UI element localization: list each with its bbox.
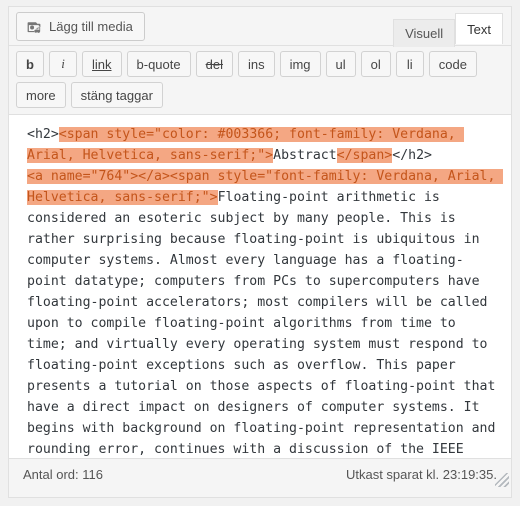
text-editor-area[interactable]: <h2><span style="color: #003366; font-fa… — [9, 115, 511, 459]
quicktag-button-ins[interactable]: ins — [237, 51, 275, 77]
quicktags-toolbar: b i link b-quote del ins img ul ol li code more stä… — [9, 45, 511, 115]
resize-handle-icon[interactable] — [495, 473, 509, 487]
tab-text[interactable]: Text — [455, 13, 503, 44]
quicktags-row-2: more stäng taggar — [16, 82, 511, 108]
quicktag-button-stäng-taggar[interactable]: stäng taggar — [70, 82, 163, 108]
editor-top-bar: Lägg till media Visuell Text — [9, 7, 511, 47]
quicktag-button-more[interactable]: more — [16, 82, 66, 108]
quicktag-button-b-quote[interactable]: b-quote — [126, 51, 191, 77]
quicktag-button-del[interactable]: del — [195, 51, 233, 77]
quicktag-button-i[interactable]: i — [49, 51, 77, 77]
draft-saved-status: Utkast sparat kl. 23:19:35. — [345, 466, 497, 482]
quicktag-button-img[interactable]: img — [279, 51, 321, 77]
add-media-icon — [26, 19, 42, 35]
quicktags-row-1: b i link b-quote del ins img ul ol li code — [16, 51, 511, 77]
editor-text-4: </h2> — [392, 148, 432, 163]
quicktag-button-ul[interactable]: ul — [325, 51, 356, 77]
tab-visual[interactable]: Visuell — [393, 19, 456, 47]
highlighted-tag-3: </span> — [336, 148, 393, 163]
editor-text-2: Abstract — [273, 148, 337, 163]
quicktag-button-li[interactable]: li — [395, 51, 424, 77]
editor-text-0: <h2> — [27, 127, 59, 142]
word-count: Antal ord: 116 — [23, 466, 103, 482]
editor-content[interactable]: <h2><span style="color: #003366; font-fa… — [27, 124, 504, 458]
editor-text-6: Floating-point arithmetic is considered … — [27, 190, 496, 457]
quicktag-button-b[interactable]: b — [16, 51, 44, 77]
quicktag-button-link[interactable]: link — [82, 51, 122, 77]
quicktag-button-ol[interactable]: ol — [360, 51, 391, 77]
post-editor: Lägg till media Visuell Text b i link b-quo… — [8, 6, 512, 498]
quicktag-button-code[interactable]: code — [428, 51, 477, 77]
add-media-button[interactable]: Lägg till media — [16, 12, 145, 41]
add-media-label: Lägg till media — [49, 19, 133, 34]
editor-status-bar: Antal ord: 116 Utkast sparat kl. 23:19:3… — [9, 459, 511, 489]
editor-mode-tabs: Visuell Text — [393, 13, 503, 47]
